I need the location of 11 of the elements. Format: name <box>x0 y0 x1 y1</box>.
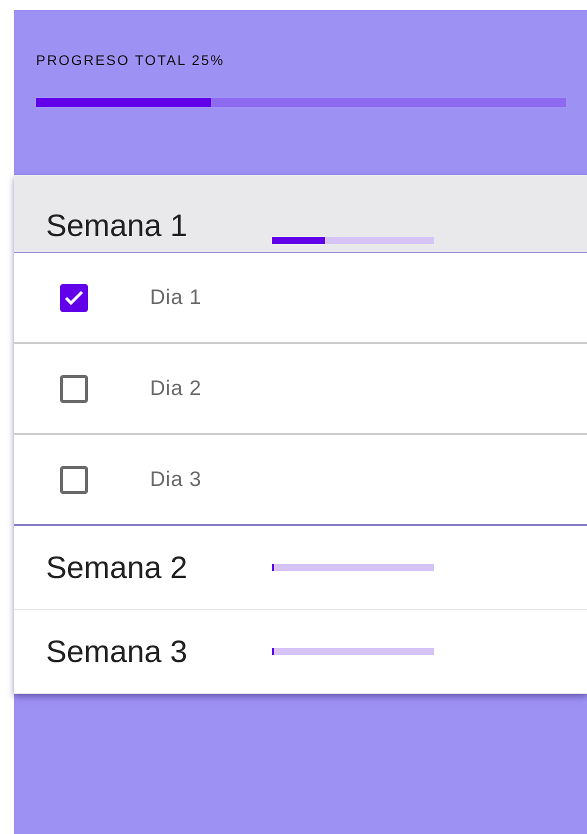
week-header[interactable]: Semana 3 <box>14 610 587 694</box>
checkmark-icon <box>64 290 84 306</box>
week-header[interactable]: Semana 2 <box>14 526 587 610</box>
day-checkbox[interactable] <box>60 374 88 402</box>
day-label: Dia 1 <box>150 286 202 310</box>
day-checkbox[interactable] <box>60 284 88 312</box>
week-header[interactable]: Semana 1 <box>14 175 587 253</box>
day-checkbox[interactable] <box>60 466 88 494</box>
day-label: Dia 2 <box>150 376 202 400</box>
total-progress-label: PROGRESO TOTAL 25% <box>36 52 226 68</box>
day-label: Dia 3 <box>150 468 202 492</box>
